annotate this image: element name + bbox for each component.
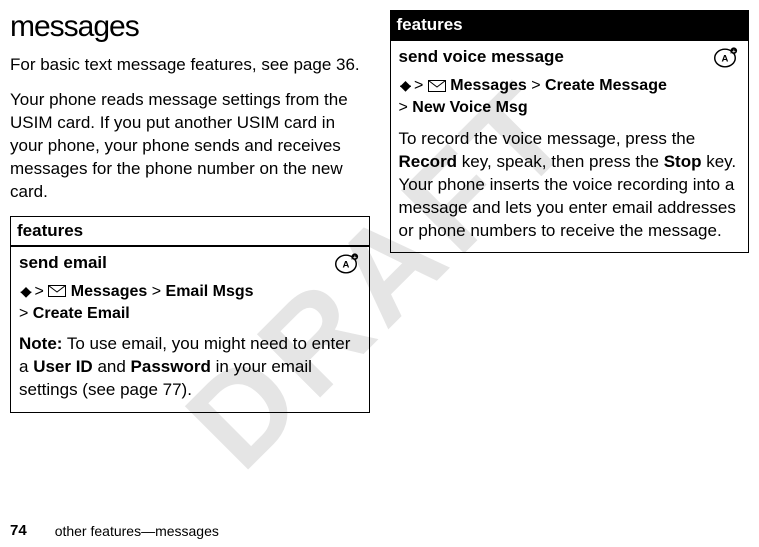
features-content-left: send email A ° + ·◆· > Messages > Email … [11,247,369,413]
nav-path-voice: ·◆· > Messages > Create Message > New Vo… [399,75,741,120]
center-key-icon: ·◆· [19,282,30,302]
note-mid: and [93,357,131,376]
left-column: messages For basic text message features… [10,10,370,510]
page-number: 74 [10,522,27,539]
features-box-email: features send email A ° + ·◆· > Messages… [10,216,370,414]
features-header-right: features [391,11,749,41]
svg-text:+: + [732,49,736,55]
center-key-icon: ·◆· [399,76,410,96]
feature-title-email: send email [19,253,361,273]
nav-messages: Messages [71,283,148,300]
note-text: Note: To use email, you might need to en… [19,333,361,402]
svg-text:A: A [342,259,349,270]
nav-path-email: ·◆· > Messages > Email Msgs > Create Ema… [19,281,361,326]
section-heading: messages [10,10,370,44]
intro-paragraph-1: For basic text message features, see pag… [10,54,370,77]
envelope-icon [48,285,66,297]
nav-new-voice: New Voice Msg [412,99,527,116]
desc-p2: key, speak, then press the [457,152,664,171]
nav-create-email: Create Email [33,305,130,322]
a-badge-icon: A ° + [331,253,361,275]
page-footer: 74 other features—messages [10,522,219,539]
intro-paragraph-2: Your phone reads message settings from t… [10,89,370,204]
note-label: Note: [19,334,62,353]
features-content-right: send voice message A ° + ·◆· > Messages … [391,41,749,252]
voice-description: To record the voice message, press the R… [399,128,741,243]
desc-record: Record [399,152,458,171]
nav-email-msgs: Email Msgs [166,283,254,300]
svg-text:+: + [353,254,357,260]
envelope-icon [428,80,446,92]
features-box-voice: features send voice message A ° + ·◆· > … [390,10,750,253]
desc-p1: To record the voice message, press the [399,129,696,148]
note-password: Password [131,357,211,376]
features-header-left: features [11,217,369,247]
page-content: messages For basic text message features… [0,0,759,510]
a-badge-icon: A ° + [710,47,740,69]
right-column: features send voice message A ° + ·◆· > … [390,10,750,510]
desc-stop: Stop [664,152,702,171]
feature-title-voice: send voice message [399,47,741,67]
nav-create-message: Create Message [545,77,667,94]
nav-messages2: Messages [450,77,527,94]
footer-text: other features—messages [55,523,219,539]
note-userid: User ID [33,357,93,376]
svg-text:A: A [722,54,729,65]
